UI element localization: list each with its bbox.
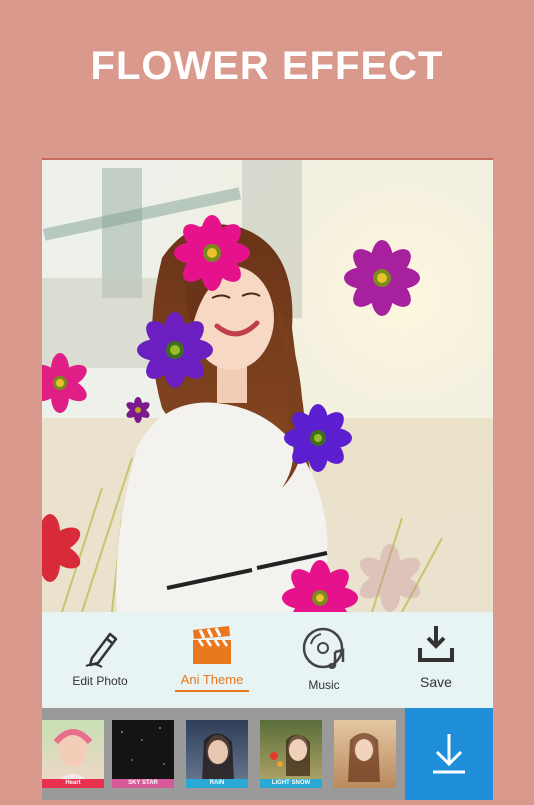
theme-thumb-sky-star[interactable]: SKY STAR bbox=[112, 720, 174, 788]
music-button[interactable]: Music bbox=[274, 622, 374, 702]
theme-preview-image bbox=[202, 733, 234, 780]
theme-thumb-5[interactable] bbox=[334, 720, 396, 788]
edit-photo-button[interactable]: Edit Photo bbox=[50, 622, 150, 702]
theme-preview-image bbox=[348, 733, 380, 782]
pencil-icon bbox=[85, 632, 118, 668]
theme-thumb-heart[interactable]: Heart bbox=[42, 720, 104, 788]
frame-top-border bbox=[42, 158, 493, 160]
photo-canvas bbox=[42, 158, 493, 612]
theme-preview-image bbox=[270, 734, 310, 776]
download-tray-icon bbox=[418, 626, 454, 662]
theme-thumb-rain[interactable]: RAIN bbox=[186, 720, 248, 788]
theme-caption: LIGHT SNOW bbox=[260, 779, 322, 788]
theme-preview-image bbox=[121, 727, 165, 765]
active-tab-indicator bbox=[175, 690, 249, 692]
edit-photo-label: Edit Photo bbox=[72, 674, 128, 688]
music-label: Music bbox=[308, 678, 340, 692]
save-button[interactable]: Save bbox=[386, 622, 486, 702]
music-disc-icon bbox=[302, 627, 345, 669]
ani-theme-label: Ani Theme bbox=[180, 672, 244, 687]
theme-caption: SKY STAR bbox=[112, 779, 174, 788]
download-arrow-icon bbox=[433, 734, 465, 774]
photo-preview[interactable] bbox=[42, 158, 493, 612]
theme-thumb-light-snow[interactable]: LIGHT SNOW bbox=[260, 720, 322, 788]
page-title: FLOWER EFFECT bbox=[90, 44, 444, 88]
clapperboard-icon bbox=[193, 626, 231, 664]
tool-panel: Edit Photo Ani Theme Music Save bbox=[42, 612, 493, 708]
theme-preview-image bbox=[52, 729, 94, 788]
ani-theme-button[interactable]: Ani Theme bbox=[162, 622, 262, 702]
theme-caption: Heart bbox=[42, 779, 104, 788]
theme-caption: RAIN bbox=[186, 779, 248, 788]
save-label: Save bbox=[420, 674, 452, 690]
download-button[interactable] bbox=[405, 708, 493, 800]
